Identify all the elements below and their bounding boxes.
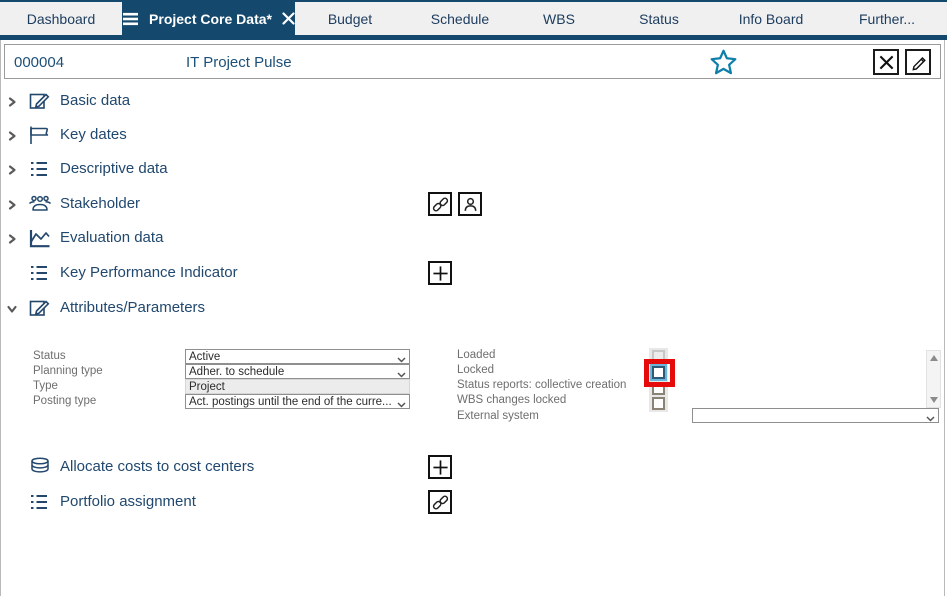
field-label-external-system: External system	[457, 410, 539, 422]
portfolio-link-button[interactable]	[428, 490, 452, 514]
section-attributes-parameters[interactable]: Attributes/Parameters	[0, 291, 940, 325]
posting-type-select[interactable]: Act. postings until the end of the curre…	[185, 394, 410, 409]
tab-status[interactable]: Status	[603, 2, 715, 35]
allocate-costs-add-button[interactable]	[428, 455, 452, 479]
tab-dashboard[interactable]: Dashboard	[0, 2, 122, 35]
project-core-data-page: Dashboard Project Core Data* Budget Sche…	[0, 0, 947, 601]
section-key-dates[interactable]: Key dates	[0, 118, 940, 152]
section-label: Allocate costs to cost centers	[60, 458, 255, 475]
checkbox-label-status-reports: Status reports: collective creation	[457, 379, 627, 391]
section-basic-data[interactable]: Basic data	[0, 84, 940, 118]
tab-label: Project Core Data*	[149, 10, 272, 27]
section-allocate-costs[interactable]: Allocate costs to cost centers	[0, 450, 940, 484]
tab-budget[interactable]: Budget	[295, 2, 405, 35]
edit-square-icon	[28, 297, 50, 324]
tab-label: Info Board	[738, 10, 804, 27]
section-label: Portfolio assignment	[60, 493, 196, 510]
status-select-value: Active	[189, 350, 221, 363]
posting-type-select-value: Act. postings until the end of the curre…	[189, 395, 392, 408]
tab-label: WBS	[543, 10, 575, 27]
list-icon	[28, 491, 50, 518]
kpi-add-button[interactable]	[428, 261, 452, 285]
chevron-down-icon	[397, 369, 406, 378]
type-readonly-field: Project	[185, 379, 410, 394]
section-portfolio-assignment[interactable]: Portfolio assignment	[0, 485, 940, 519]
project-header: 000004 IT Project Pulse	[4, 44, 941, 79]
list-icon	[28, 262, 50, 289]
flag-icon	[28, 124, 50, 151]
chevron-down-icon[interactable]	[6, 302, 18, 320]
tab-label: Schedule	[430, 10, 490, 27]
chevron-right-icon[interactable]	[6, 129, 18, 147]
scroll-up-icon[interactable]	[929, 355, 938, 361]
form-scrollbar[interactable]	[926, 350, 941, 408]
tab-further[interactable]: Further...	[827, 2, 947, 35]
people-group-icon	[28, 193, 52, 220]
chevron-right-icon[interactable]	[6, 198, 18, 216]
chevron-right-icon[interactable]	[6, 95, 18, 113]
checkbox-label-locked: Locked	[457, 364, 495, 376]
tab-label: Status	[639, 10, 679, 27]
coins-icon	[28, 456, 52, 483]
hamburger-menu-icon[interactable]	[122, 12, 139, 26]
tab-schedule[interactable]: Schedule	[405, 2, 515, 35]
section-label: Attributes/Parameters	[60, 299, 206, 316]
section-descriptive-data[interactable]: Descriptive data	[0, 152, 940, 186]
section-key-performance-indicator[interactable]: Key Performance Indicator	[0, 256, 940, 290]
checkbox-label-wbs-changes-locked: WBS changes locked	[457, 394, 567, 406]
favorite-star-icon[interactable]	[710, 49, 737, 80]
stakeholder-link-button[interactable]	[428, 192, 452, 216]
planning-type-select-value: Adher. to schedule	[189, 365, 285, 378]
status-reports-checkbox[interactable]	[652, 382, 665, 395]
tab-label: Budget	[327, 10, 373, 27]
field-label-status: Status	[33, 350, 66, 362]
project-id: 000004	[14, 54, 65, 71]
section-evaluation-data[interactable]: Evaluation data	[0, 221, 940, 255]
chevron-down-icon	[397, 354, 406, 363]
edit-square-icon	[28, 90, 50, 117]
section-label: Key Performance Indicator	[60, 264, 238, 281]
loaded-checkbox	[652, 350, 665, 363]
checkbox-label-loaded: Loaded	[457, 349, 496, 361]
planning-type-select[interactable]: Adher. to schedule	[185, 364, 410, 379]
chevron-right-icon[interactable]	[6, 232, 18, 250]
tab-close-icon[interactable]	[282, 12, 295, 25]
section-label: Key dates	[60, 126, 127, 143]
content-area: 000004 IT Project Pulse Basic data Key d…	[0, 40, 947, 601]
tab-label: Further...	[858, 10, 916, 27]
section-label: Evaluation data	[60, 229, 164, 246]
status-select[interactable]: Active	[185, 349, 410, 364]
tab-bar: Dashboard Project Core Data* Budget Sche…	[0, 0, 947, 35]
tab-label: Dashboard	[26, 10, 96, 27]
area-chart-icon	[28, 227, 52, 254]
page-border-right	[944, 40, 945, 596]
locked-checkbox[interactable]	[650, 364, 667, 381]
project-title: IT Project Pulse	[186, 54, 292, 71]
field-label-planning-type: Planning type	[33, 365, 103, 377]
stakeholder-person-button[interactable]	[458, 192, 482, 216]
tab-project-core-data[interactable]: Project Core Data*	[122, 2, 295, 35]
chevron-right-icon[interactable]	[6, 163, 18, 181]
chevron-down-icon	[926, 413, 935, 422]
tab-info-board[interactable]: Info Board	[715, 2, 827, 35]
field-label-posting-type: Posting type	[33, 395, 97, 407]
field-label-type: Type	[33, 380, 58, 392]
list-icon	[28, 158, 50, 185]
external-system-select[interactable]	[692, 408, 939, 423]
wbs-changes-locked-checkbox[interactable]	[652, 397, 665, 410]
scroll-down-icon[interactable]	[929, 397, 938, 403]
section-label: Basic data	[60, 92, 131, 109]
section-label: Stakeholder	[60, 195, 141, 212]
chevron-down-icon	[397, 399, 406, 408]
close-button[interactable]	[873, 49, 899, 75]
edit-button[interactable]	[905, 49, 931, 75]
section-label: Descriptive data	[60, 160, 168, 177]
type-field-value: Project	[189, 380, 225, 393]
tab-wbs[interactable]: WBS	[515, 2, 603, 35]
